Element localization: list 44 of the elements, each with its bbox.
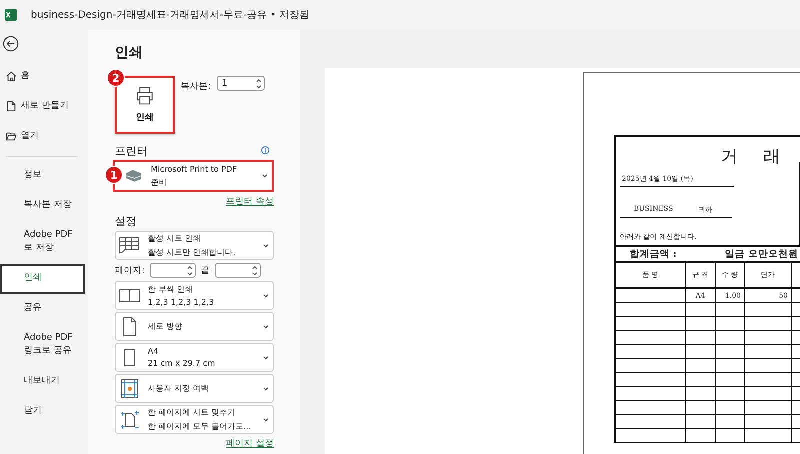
setting-detail: 21 cm x 29.7 cm bbox=[148, 359, 216, 368]
sidebar-item[interactable]: 열기 bbox=[0, 122, 86, 152]
sidebar-item[interactable]: 홈 bbox=[0, 62, 86, 92]
setting-title: 한 부씩 인쇄 bbox=[148, 284, 194, 295]
page-setup-link[interactable]: 페이지 설정 bbox=[226, 437, 274, 450]
setting-dropdown[interactable]: 한 페이지에 시트 맞추기 한 페이지에 모두 들어가도... bbox=[115, 405, 274, 434]
sidebar-item[interactable]: 새로 만들기 bbox=[0, 92, 86, 122]
printer-heading: 프린터 bbox=[115, 144, 148, 159]
setting-title: A4 bbox=[148, 347, 160, 356]
printer-name: Microsoft Print to PDF bbox=[151, 164, 238, 174]
setting-detail: 활성 시트만 인쇄합니다. bbox=[148, 247, 237, 258]
setting-title: 활성 시트 인쇄 bbox=[148, 233, 202, 244]
window-title: business-Design-거래명세표-거래명세서-무료-공유 • 저장됨 bbox=[31, 9, 310, 22]
step-badge: 1 bbox=[105, 166, 123, 184]
sidebar-item[interactable]: Adobe PDF 링크로 공유 bbox=[0, 324, 86, 367]
setting-detail: 1,2,3 1,2,3 1,2,3 bbox=[148, 298, 216, 307]
page-to-label: 끝 bbox=[200, 264, 210, 276]
setting-dropdown[interactable]: 활성 시트 인쇄 활성 시트만 인쇄합니다. bbox=[115, 231, 274, 260]
sidebar-item[interactable]: 복사본 저장 bbox=[0, 191, 86, 221]
printer-properties-link[interactable]: 프린터 속성 bbox=[226, 195, 274, 208]
setting-dropdown[interactable]: 한 부씩 인쇄 1,2,3 1,2,3 1,2,3 bbox=[115, 281, 274, 310]
setting-dropdown[interactable]: A4 21 cm x 29.7 cm bbox=[115, 343, 274, 372]
setting-detail: 한 페이지에 모두 들어가도... bbox=[148, 421, 252, 432]
setting-title: 한 페이지에 시트 맞추기 bbox=[148, 407, 237, 418]
total-label: 합계금액 : bbox=[630, 248, 678, 260]
sidebar-item[interactable]: 인쇄 bbox=[0, 264, 85, 294]
sidebar-item[interactable]: Adobe PDF로 저장 bbox=[0, 221, 86, 264]
setting-dropdown[interactable]: 사용자 지정 여백 bbox=[115, 374, 274, 403]
pages-label: 페이지: bbox=[115, 264, 145, 276]
copies-label: 복사본: bbox=[181, 81, 212, 93]
sidebar-item[interactable]: 닫기 bbox=[0, 397, 86, 427]
sidebar-item[interactable]: 공유 bbox=[0, 294, 86, 324]
setting-dropdown[interactable]: 세로 방향 bbox=[115, 312, 274, 341]
copies-field[interactable]: 1 bbox=[217, 76, 266, 91]
document-title: 거 래 bbox=[720, 146, 792, 168]
total-amount: 일금 오만오천원 bbox=[725, 248, 798, 260]
print-heading: 인쇄 bbox=[115, 44, 144, 62]
sidebar-item[interactable]: 정보 bbox=[0, 161, 86, 191]
setting-title: 세로 방향 bbox=[148, 321, 184, 332]
step-badge: 2 bbox=[107, 69, 125, 87]
sidebar-item[interactable]: 내보내기 bbox=[0, 367, 86, 397]
printer-status: 준비 bbox=[151, 176, 168, 188]
settings-heading: 설정 bbox=[115, 214, 138, 229]
setting-title: 사용자 지정 여백 bbox=[148, 383, 210, 394]
